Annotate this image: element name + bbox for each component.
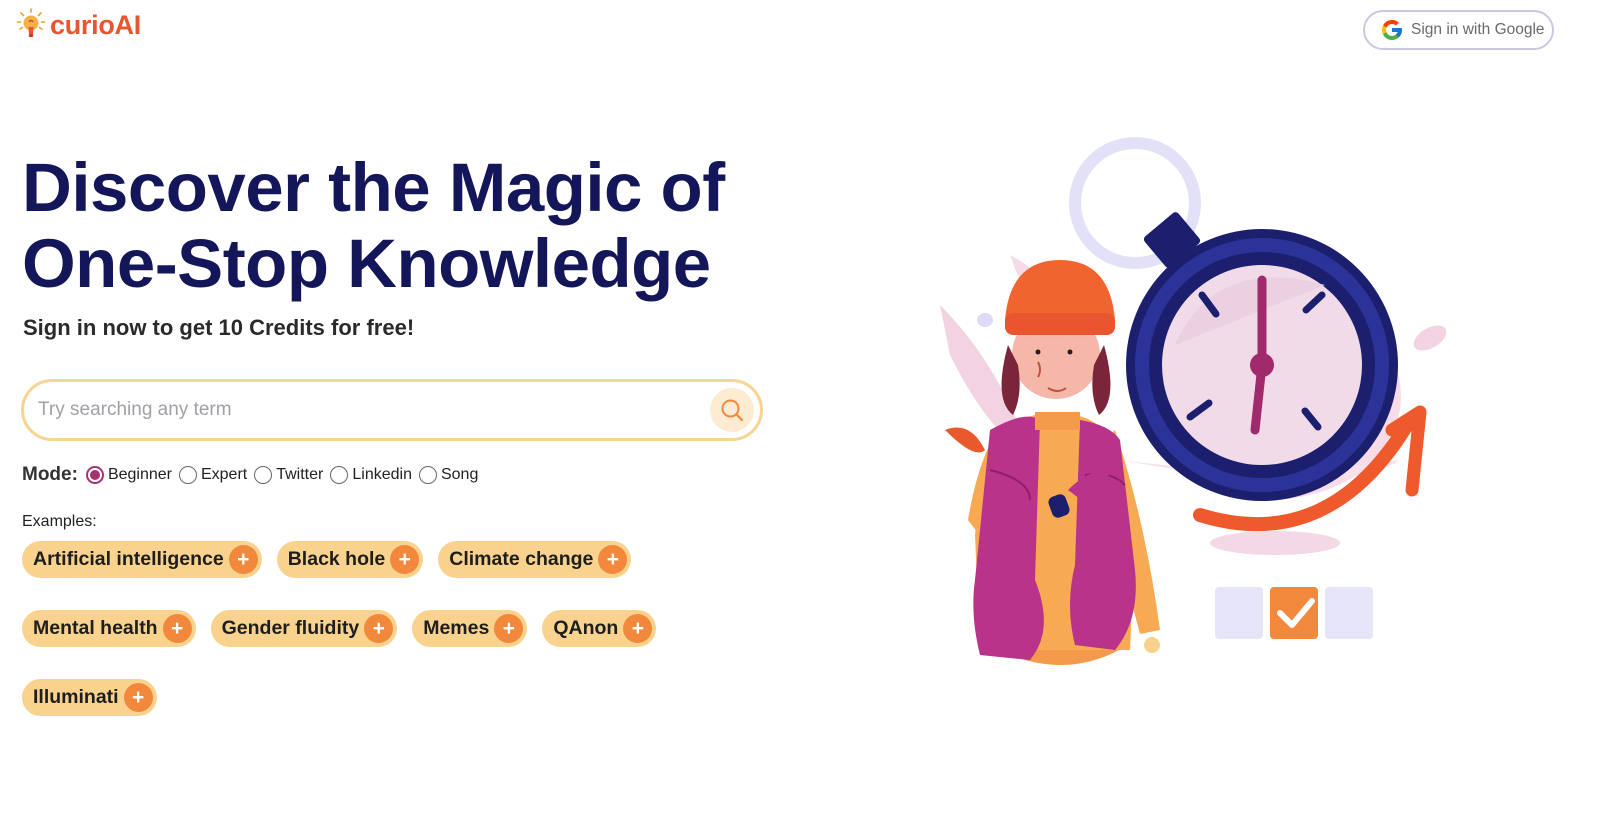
plus-icon: + [390, 545, 420, 574]
mode-option-label: Twitter [276, 466, 324, 483]
example-chip-climate-change[interactable]: Climate change + [438, 541, 632, 578]
search-bar [21, 379, 763, 441]
person-illustration [968, 260, 1160, 665]
mode-selector: Mode: Beginner Expert Twitter Linkedin S… [22, 464, 485, 486]
mode-option-expert[interactable]: Expert [178, 466, 248, 484]
chip-label: QAnon [553, 617, 619, 639]
example-chip-artificial-intelligence[interactable]: Artificial intelligence + [22, 541, 262, 578]
chip-label: Black hole [287, 548, 386, 570]
example-chip-black-hole[interactable]: Black hole + [276, 541, 424, 578]
mode-option-label: Beginner [107, 466, 172, 483]
stopwatch-icon [1126, 212, 1398, 501]
radio-expert[interactable] [178, 466, 197, 484]
search-icon [721, 399, 744, 422]
chip-label: Climate change [449, 548, 594, 570]
mode-option-label: Expert [200, 466, 248, 483]
plus-icon: + [123, 683, 153, 712]
sign-in-label: Sign in with Google [1411, 21, 1545, 38]
radio-beginner[interactable] [85, 466, 104, 484]
radio-song[interactable] [418, 466, 437, 484]
mode-option-label: Linkedin [352, 466, 412, 483]
chip-label: Memes [423, 617, 490, 639]
lightbulb-icon [16, 8, 46, 37]
logo[interactable]: curioAI [16, 8, 141, 42]
example-chips: Artificial intelligence + Black hole + C… [22, 541, 722, 716]
chip-label: Gender fluidity [221, 617, 360, 639]
mode-option-beginner[interactable]: Beginner [85, 466, 172, 484]
plus-icon: + [162, 614, 192, 643]
chip-label: Mental health [33, 617, 158, 639]
hero-illustration [940, 137, 1447, 665]
example-chip-memes[interactable]: Memes + [412, 610, 528, 647]
plus-icon: + [598, 545, 628, 574]
mode-option-song[interactable]: Song [418, 466, 479, 484]
brand-name: curioAI [50, 9, 141, 40]
mode-option-twitter[interactable]: Twitter [254, 466, 323, 484]
plus-icon: + [364, 614, 394, 643]
mode-option-linkedin[interactable]: Linkedin [330, 466, 412, 484]
hero-subtitle: Sign in now to get 10 Credits for free! [23, 315, 415, 340]
examples-label: Examples: [22, 513, 97, 530]
example-chip-gender-fluidity[interactable]: Gender fluidity + [210, 610, 398, 647]
hero-title: Discover the Magic of One-Stop Knowledge [22, 150, 802, 302]
mode-label: Mode: [22, 464, 78, 485]
hero-title-line-2: One-Stop Knowledge [22, 225, 711, 302]
example-chip-qanon[interactable]: QAnon + [542, 610, 657, 647]
plus-icon: + [623, 614, 653, 643]
example-chip-illuminati[interactable]: Illuminati + [22, 679, 157, 716]
radio-linkedin[interactable] [330, 466, 349, 484]
chip-label: Artificial intelligence [33, 548, 224, 570]
hero-title-line-1: Discover the Magic of [22, 149, 725, 226]
search-button[interactable] [710, 388, 754, 432]
plus-icon: + [228, 545, 258, 574]
google-icon [1382, 20, 1402, 40]
radio-twitter[interactable] [254, 466, 273, 484]
checkbox-row-icon [1215, 587, 1373, 639]
plus-icon: + [494, 614, 524, 643]
search-input[interactable] [38, 399, 710, 421]
chip-label: Illuminati [33, 686, 119, 708]
mode-option-label: Song [440, 466, 479, 483]
example-chip-mental-health[interactable]: Mental health + [22, 610, 196, 647]
sign-in-with-google-button[interactable]: Sign in with Google [1363, 10, 1554, 50]
